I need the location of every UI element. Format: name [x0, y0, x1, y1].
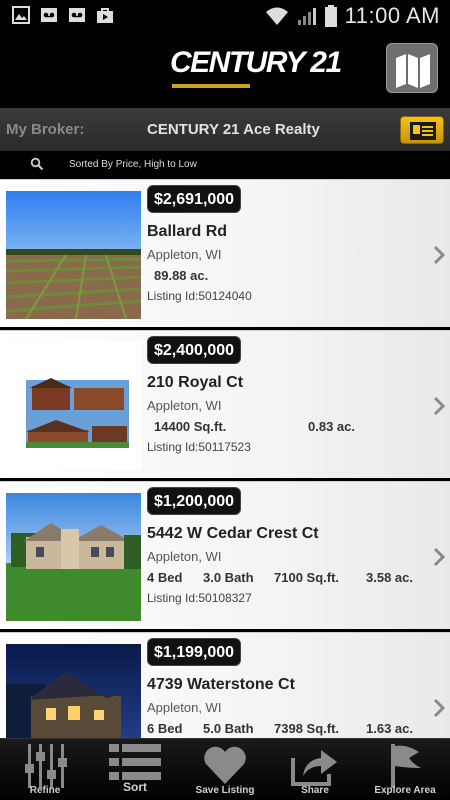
search-icon[interactable]: [30, 157, 44, 171]
flag-icon: [391, 744, 421, 788]
listing-beds: 4 Bed: [147, 570, 183, 585]
listing-address: 5442 W Cedar Crest Ct: [147, 525, 319, 542]
broker-bar: My Broker: CENTURY 21 Ace Realty: [0, 108, 450, 151]
list-icon: [109, 744, 161, 780]
gallery-icon: [12, 6, 30, 24]
notification-icons: [12, 6, 114, 24]
share-icon: [291, 750, 337, 786]
listing-photo: [6, 493, 141, 621]
bottom-toolbar: Refine Sort Save Listing Share Explore A…: [0, 738, 450, 800]
clock: 11:00 AM: [344, 3, 440, 28]
listing-card[interactable]: $2,400,000 210 Royal Ct Appleton, WI 144…: [0, 330, 450, 478]
listing-sqft: 7398 Sq.ft.: [274, 721, 340, 736]
battery-icon: [324, 5, 337, 27]
chevron-right-icon[interactable]: [432, 546, 446, 568]
app-header: CENTURY 21: [0, 32, 450, 108]
contact-card-icon: [410, 122, 436, 140]
listing-city: Appleton, WI: [147, 247, 222, 262]
logo-text: CENTURY 21: [170, 46, 342, 79]
explore-area-button[interactable]: Explore Area: [360, 739, 450, 800]
listing-acreage: 0.83 ac.: [308, 419, 355, 434]
signal-icon: [297, 8, 316, 25]
listing-address: 210 Royal Ct: [147, 374, 244, 391]
share-label: Share: [301, 785, 329, 796]
save-listing-label: Save Listing: [195, 785, 255, 796]
listing-card[interactable]: $1,200,000 5442 W Cedar Crest Ct Appleto…: [0, 481, 450, 629]
sliders-icon: [25, 744, 67, 788]
listing-address: Ballard Rd: [147, 223, 228, 240]
system-status: 11:00 AM: [265, 3, 440, 29]
status-bar: 11:00 AM: [0, 0, 450, 32]
listing-card[interactable]: $1,199,000 4739 Waterstone Ct Appleton, …: [0, 632, 450, 738]
explore-area-label: Explore Area: [374, 785, 436, 796]
listing-city: Appleton, WI: [147, 398, 222, 413]
price-badge: $1,200,000: [147, 487, 242, 515]
sort-button[interactable]: Sort: [90, 739, 180, 800]
map-button[interactable]: [386, 43, 438, 93]
sort-label: Sorted By Price, High to Low: [69, 159, 197, 170]
listing-address: 4739 Waterstone Ct: [147, 676, 295, 693]
listing-id: Listing Id:50117523: [147, 440, 251, 454]
sort-label: Sort: [123, 780, 147, 794]
map-icon: [396, 54, 430, 88]
logo-underline: [172, 84, 250, 88]
wifi-icon: [265, 7, 288, 25]
heart-icon: [204, 746, 246, 784]
listing-city: Appleton, WI: [147, 549, 222, 564]
price-badge: $1,199,000: [147, 638, 242, 666]
listing-photo: [6, 191, 141, 319]
listing-card[interactable]: $2,691,000 Ballard Rd Appleton, WI 89.88…: [0, 179, 450, 327]
shop-icon: [97, 8, 113, 23]
share-button[interactable]: Share: [270, 739, 360, 800]
broker-contact-button[interactable]: [400, 116, 444, 144]
voicemail-icon: [41, 8, 57, 22]
listing-id: Listing Id:50108327: [147, 591, 252, 605]
refine-button[interactable]: Refine: [0, 739, 90, 800]
chevron-right-icon[interactable]: [432, 395, 446, 417]
save-listing-button[interactable]: Save Listing: [180, 739, 270, 800]
listing-beds: 6 Bed: [147, 721, 183, 736]
listing-city: Appleton, WI: [147, 700, 222, 715]
listing-photo: [6, 644, 141, 738]
listing-baths: 3.0 Bath: [203, 570, 254, 585]
app-screen: 11:00 AM CENTURY 21 My Broker: CENTURY 2…: [0, 0, 450, 800]
listing-photo: [6, 342, 141, 470]
listing-sqft: 14400 Sq.ft.: [154, 419, 227, 434]
listing-acreage: 1.63 ac.: [366, 721, 413, 736]
listing-list[interactable]: $2,691,000 Ballard Rd Appleton, WI 89.88…: [0, 179, 450, 738]
chevron-right-icon[interactable]: [432, 244, 446, 266]
voicemail-icon: [69, 8, 85, 22]
century21-logo: CENTURY 21: [170, 44, 342, 96]
listing-baths: 5.0 Bath: [203, 721, 254, 736]
listing-acreage: 3.58 ac.: [366, 570, 413, 585]
listing-id: Listing Id:50124040: [147, 289, 252, 303]
broker-label: My Broker:: [6, 121, 85, 138]
price-badge: $2,400,000: [147, 336, 242, 364]
price-badge: $2,691,000: [147, 185, 242, 213]
listing-sqft: 7100 Sq.ft.: [274, 570, 340, 585]
broker-name[interactable]: CENTURY 21 Ace Realty: [147, 121, 320, 138]
sort-bar[interactable]: Sorted By Price, High to Low: [0, 151, 450, 179]
refine-label: Refine: [29, 785, 61, 796]
listing-acreage: 89.88 ac.: [154, 268, 209, 283]
chevron-right-icon[interactable]: [432, 697, 446, 719]
